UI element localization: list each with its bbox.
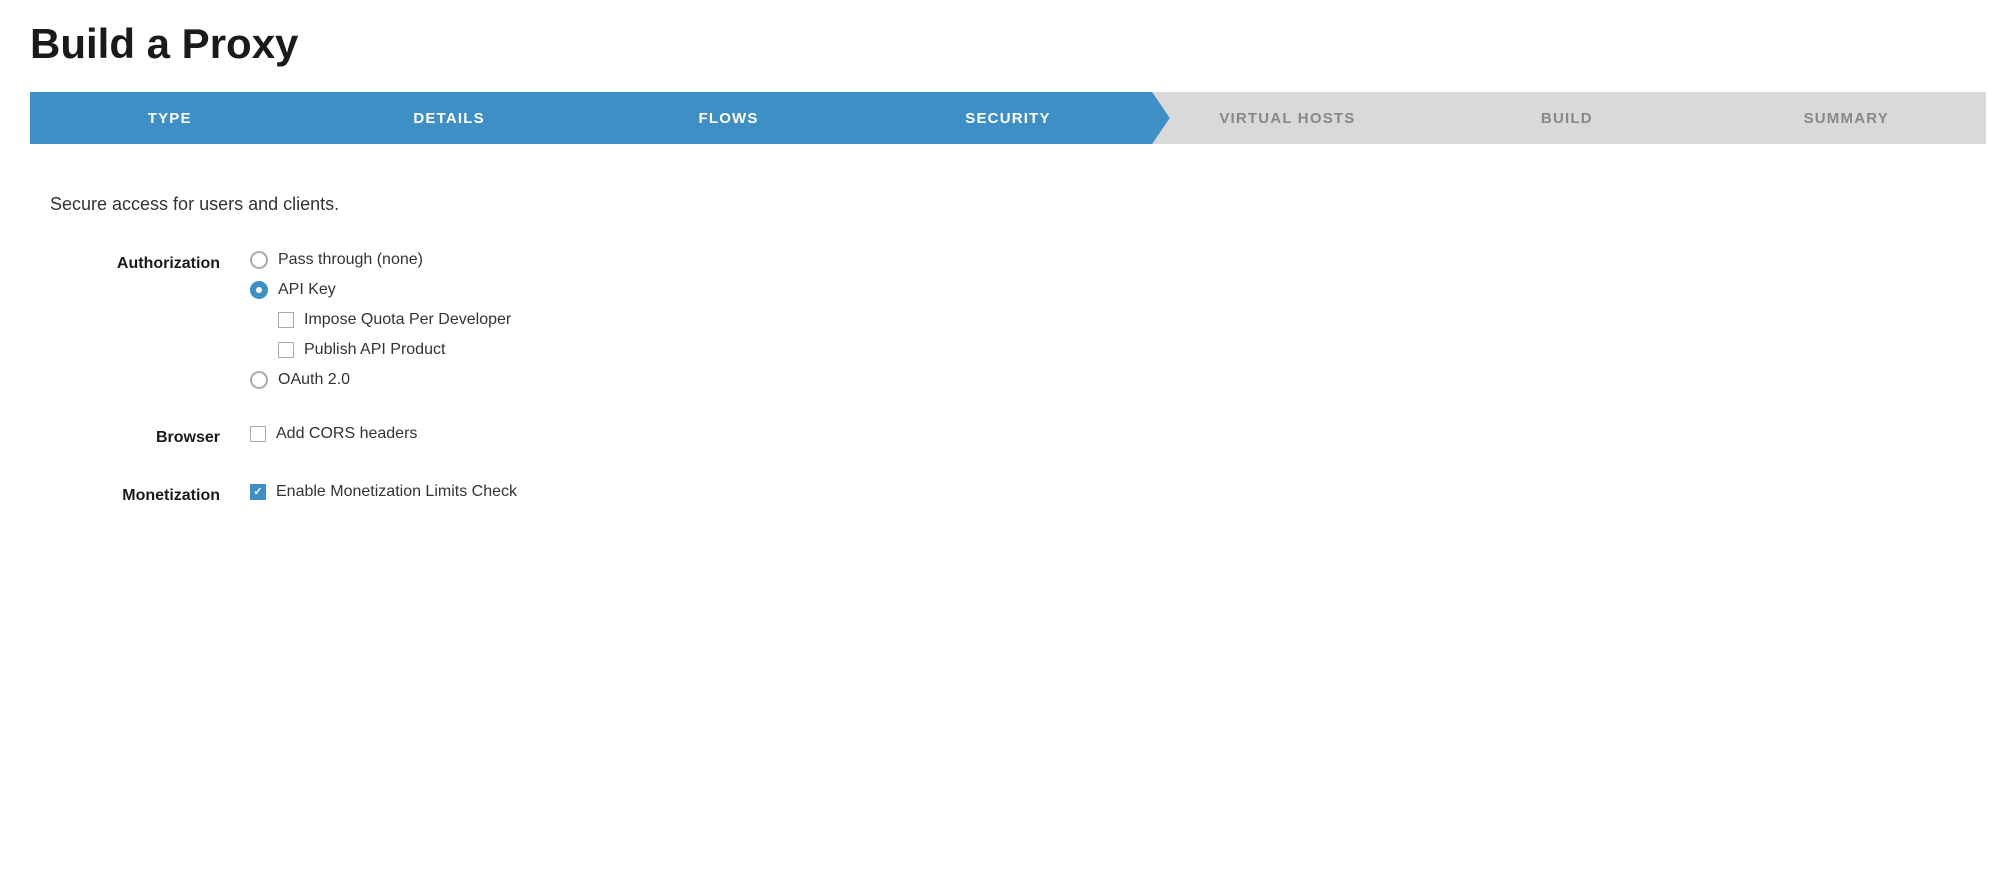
step-build[interactable]: BUILD [1427,92,1706,144]
radio-api-key-indicator [250,281,268,299]
browser-section: Browser Add CORS headers [50,425,1966,447]
authorization-controls: Pass through (none) API Key Impose Quota… [250,251,511,389]
checkbox-enable-monetization-box [250,484,266,500]
step-summary-label: SUMMARY [1804,110,1889,127]
step-summary[interactable]: SUMMARY [1707,92,1986,144]
authorization-label: Authorization [50,251,250,273]
checkbox-add-cors[interactable]: Add CORS headers [250,425,417,443]
content-area: Secure access for users and clients. Aut… [30,184,1986,551]
browser-controls: Add CORS headers [250,425,417,443]
step-details[interactable]: DETAILS [309,92,588,144]
browser-label: Browser [50,425,250,447]
radio-api-key-label: API Key [278,281,336,299]
checkbox-impose-quota[interactable]: Impose Quota Per Developer [278,311,511,329]
checkbox-impose-quota-label: Impose Quota Per Developer [304,311,511,329]
step-type[interactable]: TYPE [30,92,309,144]
checkbox-impose-quota-box [278,312,294,328]
step-build-label: BUILD [1541,110,1593,127]
step-virtual-hosts[interactable]: VIRTUAL HOSTS [1148,92,1427,144]
step-flows-label: FLOWS [698,110,758,127]
page-title: Build a Proxy [30,20,1986,68]
radio-oauth2-indicator [250,371,268,389]
step-security-label: SECURITY [965,110,1050,127]
checkbox-enable-monetization-label: Enable Monetization Limits Check [276,483,517,501]
step-security[interactable]: SECURITY [868,92,1147,144]
radio-oauth2-label: OAuth 2.0 [278,371,350,389]
step-flows[interactable]: FLOWS [589,92,868,144]
step-type-label: TYPE [148,110,192,127]
checkbox-publish-api-label: Publish API Product [304,341,445,359]
step-virtual-hosts-label: VIRTUAL HOSTS [1219,110,1355,127]
checkbox-publish-api-box [278,342,294,358]
section-description: Secure access for users and clients. [50,194,1966,215]
wizard-steps: TYPE DETAILS FLOWS SECURITY VIRTUAL HOST… [30,92,1986,144]
monetization-controls: Enable Monetization Limits Check [250,483,517,501]
checkbox-add-cors-label: Add CORS headers [276,425,417,443]
radio-api-key[interactable]: API Key [250,281,511,299]
monetization-section: Monetization Enable Monetization Limits … [50,483,1966,505]
checkbox-publish-api[interactable]: Publish API Product [278,341,511,359]
checkbox-add-cors-box [250,426,266,442]
radio-pass-through-label: Pass through (none) [278,251,423,269]
checkbox-enable-monetization[interactable]: Enable Monetization Limits Check [250,483,517,501]
radio-pass-through-indicator [250,251,268,269]
authorization-section: Authorization Pass through (none) API Ke… [50,251,1966,389]
monetization-label: Monetization [50,483,250,505]
step-details-label: DETAILS [413,110,484,127]
radio-oauth2[interactable]: OAuth 2.0 [250,371,511,389]
radio-pass-through[interactable]: Pass through (none) [250,251,511,269]
